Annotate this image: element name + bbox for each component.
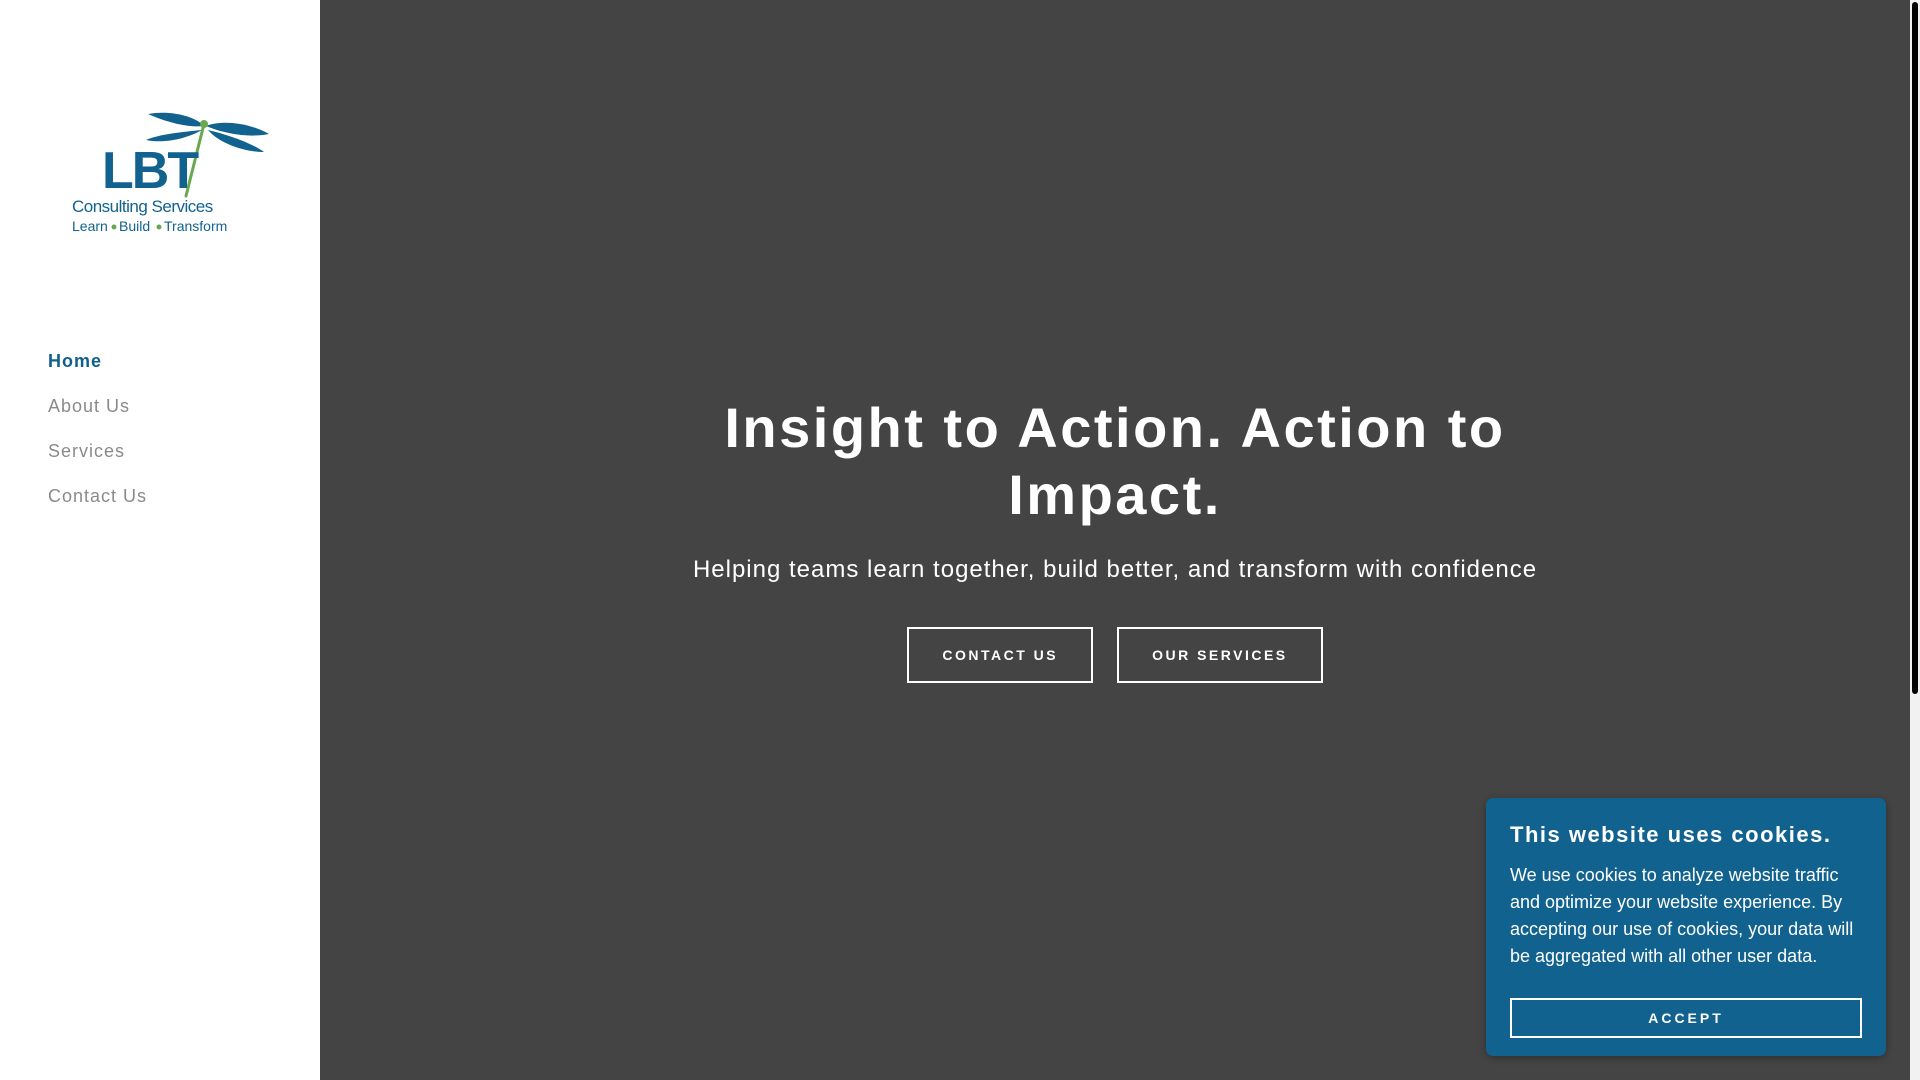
logo-name: Consulting Services (72, 197, 213, 216)
logo-tagline-build: Build (119, 218, 150, 234)
nav-link-services[interactable]: Services (48, 441, 125, 461)
contact-us-button[interactable]: CONTACT US (907, 627, 1094, 683)
hero-subtitle: Helping teams learn together, build bett… (692, 556, 1538, 583)
nav-item-services: Services (48, 436, 147, 481)
logo[interactable]: LBT Consulting Services Learn Build Tran… (70, 104, 270, 236)
cookie-title: This website uses cookies. (1510, 822, 1832, 847)
our-services-button[interactable]: OUR SERVICES (1117, 627, 1323, 683)
sidebar: LBT Consulting Services Learn Build Tran… (0, 0, 320, 1080)
accept-cookies-button[interactable]: ACCEPT (1510, 998, 1862, 1038)
logo-wordmark: LBT (102, 142, 199, 200)
sidebar-nav: Home About Us Services Contact Us (48, 346, 147, 526)
cookie-banner: This website uses cookies. We use cookie… (1486, 798, 1886, 1056)
nav-item-home: Home (48, 346, 147, 391)
hero-content: Insight to Action. Action to Impact. Hel… (320, 394, 1910, 683)
nav-link-contact-us[interactable]: Contact Us (48, 486, 147, 506)
hero-buttons: CONTACT US OUR SERVICES (320, 627, 1910, 683)
nav-item-about-us: About Us (48, 391, 147, 436)
scrollbar-thumb[interactable] (1912, 2, 1918, 694)
nav-link-about-us[interactable]: About Us (48, 396, 130, 416)
nav-item-contact-us: Contact Us (48, 481, 147, 526)
page-scrollbar[interactable] (1910, 0, 1920, 1080)
logo-tagline-learn: Learn (72, 218, 108, 234)
hero-title: Insight to Action. Action to Impact. (724, 396, 1506, 526)
nav-link-home[interactable]: Home (48, 351, 102, 371)
dragonfly-logo-icon: LBT Consulting Services Learn Build Tran… (72, 112, 269, 234)
page: LBT Consulting Services Learn Build Tran… (0, 0, 1920, 1080)
logo-tagline-transform: Transform (164, 218, 227, 234)
cookie-body: We use cookies to analyze website traffi… (1510, 865, 1854, 966)
